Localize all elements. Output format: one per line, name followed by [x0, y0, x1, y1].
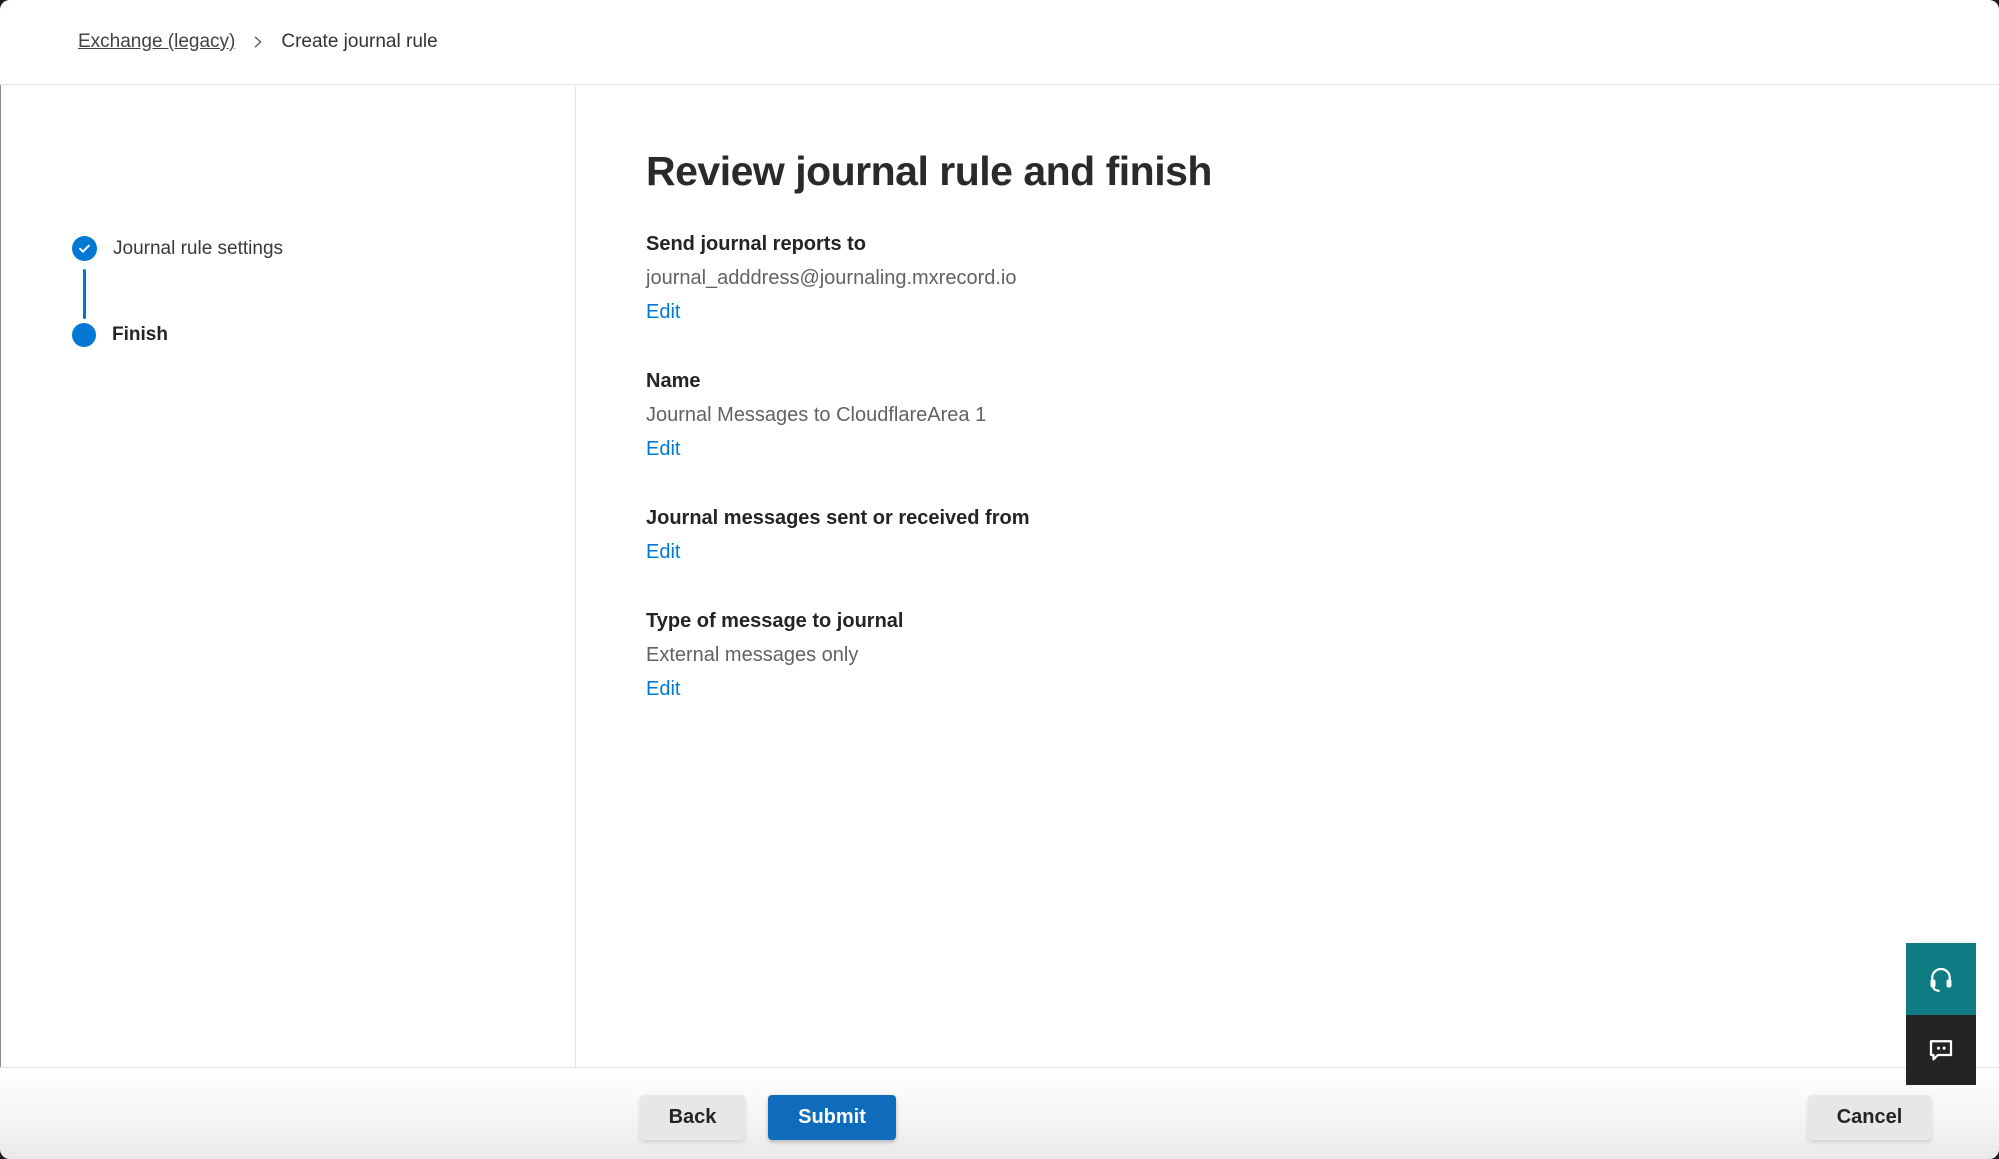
top-bar: Exchange (legacy) Create journal rule [0, 0, 1999, 85]
back-button[interactable]: Back [640, 1095, 745, 1140]
footer-action-bar: Back Submit Cancel [0, 1067, 1999, 1159]
feedback-icon [1926, 1035, 1956, 1065]
section-value: Journal Messages to CloudflareArea 1 [646, 404, 1939, 427]
section-label: Send journal reports to [646, 233, 1939, 256]
section-type-of-message: Type of message to journal External mess… [646, 610, 1939, 701]
edit-type-of-message-link[interactable]: Edit [646, 678, 680, 701]
help-button[interactable] [1906, 943, 1976, 1015]
edit-journal-messages-link[interactable]: Edit [646, 541, 680, 564]
section-label: Name [646, 370, 1939, 393]
breadcrumb-create-journal-rule: Create journal rule [281, 31, 437, 53]
section-value: journal_adddress@journaling.mxrecord.io [646, 267, 1939, 290]
wizard-step-label: Journal rule settings [113, 238, 283, 260]
step-current-dot-icon [72, 323, 96, 347]
wizard-step-panel: Journal rule settings Finish [0, 86, 576, 1067]
wizard-step-journal-rule-settings[interactable]: Journal rule settings [72, 236, 283, 261]
exchange-admin-window: Exchange (legacy) Create journal rule Jo… [0, 0, 1999, 1159]
page-title: Review journal rule and finish [646, 148, 1939, 195]
section-label: Journal messages sent or received from [646, 507, 1939, 530]
wizard-step-finish[interactable]: Finish [72, 323, 168, 347]
edit-send-journal-reports-link[interactable]: Edit [646, 301, 680, 324]
cancel-button[interactable]: Cancel [1808, 1095, 1931, 1140]
section-name: Name Journal Messages to CloudflareArea … [646, 370, 1939, 461]
section-send-journal-reports-to: Send journal reports to journal_adddress… [646, 233, 1939, 324]
step-connector-line [83, 269, 86, 319]
headset-icon [1926, 964, 1956, 994]
breadcrumb-exchange-legacy[interactable]: Exchange (legacy) [78, 31, 235, 53]
section-journal-messages-sent-or-received: Journal messages sent or received from E… [646, 507, 1939, 564]
chevron-right-icon [251, 35, 265, 49]
submit-button[interactable]: Submit [768, 1095, 896, 1140]
breadcrumb: Exchange (legacy) Create journal rule [78, 31, 438, 53]
edit-name-link[interactable]: Edit [646, 438, 680, 461]
feedback-button[interactable] [1906, 1015, 1976, 1085]
section-value: External messages only [646, 644, 1939, 667]
step-completed-check-icon [72, 236, 97, 261]
review-content: Review journal rule and finish Send jour… [577, 86, 1999, 1067]
section-label: Type of message to journal [646, 610, 1939, 633]
wizard-step-label: Finish [112, 324, 168, 346]
